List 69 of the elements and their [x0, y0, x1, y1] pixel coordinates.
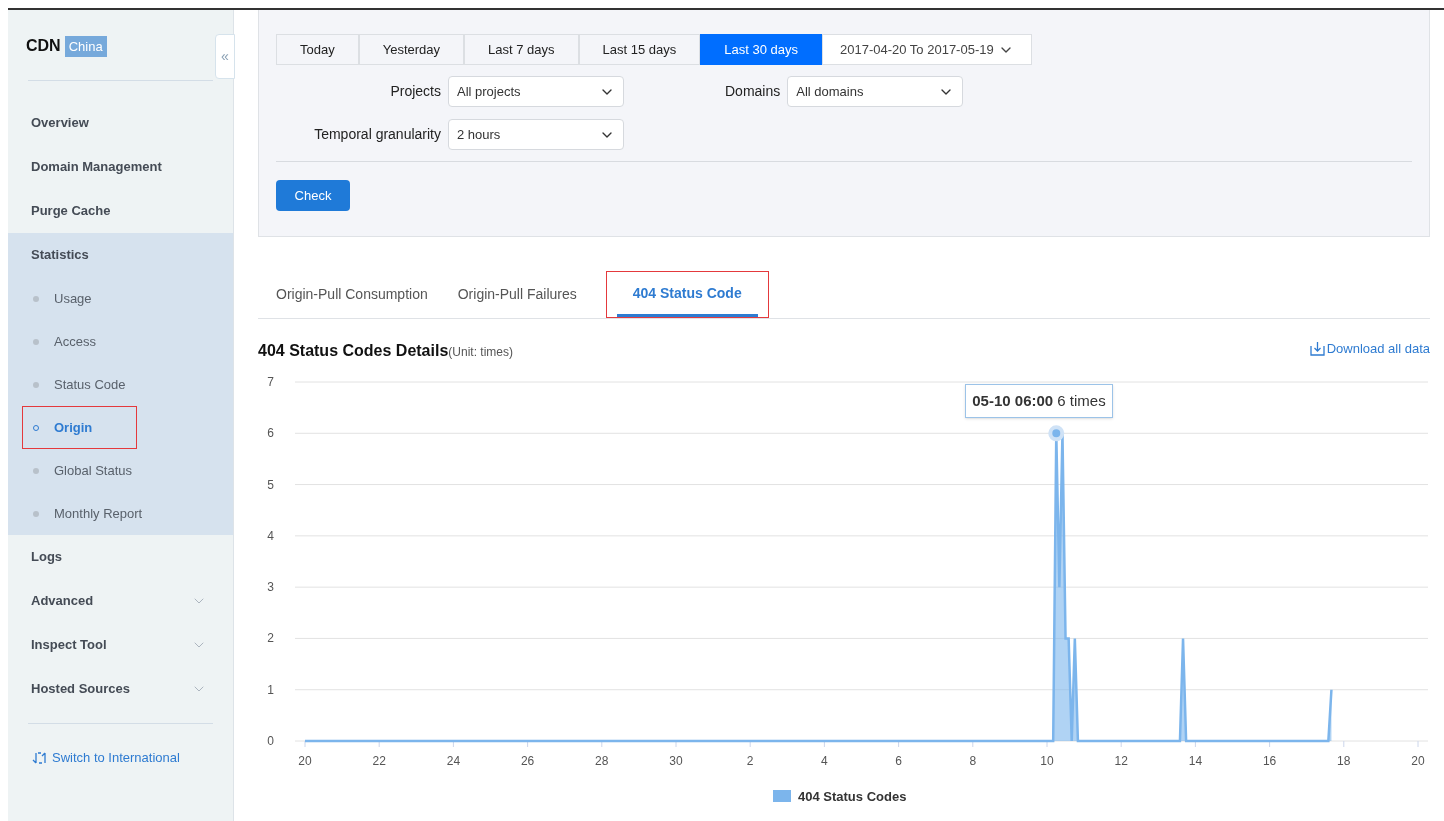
y-tick-label: 2 — [267, 631, 274, 646]
x-tick-label: 2 — [746, 754, 754, 769]
nav-group[interactable]: Inspect Tool — [8, 623, 233, 667]
x-tick-label: 12 — [1114, 754, 1128, 769]
range-tab[interactable]: Last 7 days — [464, 34, 579, 65]
nav-subitem[interactable]: Access — [22, 320, 137, 363]
tab[interactable]: 404 Status Code — [605, 271, 769, 318]
range-tab[interactable]: Last 30 days — [700, 34, 822, 65]
check-button[interactable]: Check — [276, 180, 350, 211]
chart-tooltip: 05-10 06:00 6 times — [965, 383, 1113, 419]
x-tick-label: 14 — [1188, 754, 1203, 769]
x-tick-label: 18 — [1337, 754, 1351, 769]
y-tick-label: 7 — [267, 375, 274, 390]
x-tick-label: 28 — [595, 754, 609, 769]
select-field[interactable]: All domains — [787, 76, 964, 107]
x-tick-label: 4 — [821, 754, 828, 769]
nav-item[interactable]: Logs — [8, 535, 233, 579]
x-tick-label: 16 — [1262, 754, 1277, 769]
x-tick-label: 30 — [669, 754, 683, 769]
y-tick-label: 3 — [267, 580, 274, 595]
legend-swatch — [773, 790, 791, 803]
x-tick-label: 26 — [520, 754, 535, 769]
nav-subitem[interactable]: Usage — [22, 277, 137, 320]
nav-item[interactable]: Domain Management — [8, 145, 233, 189]
swap-icon — [32, 750, 48, 765]
field-label: Projects — [390, 82, 441, 101]
x-tick-label: 20 — [1411, 754, 1425, 769]
bullet-icon — [33, 338, 39, 345]
y-tick-label: 5 — [267, 477, 274, 492]
tab[interactable]: Origin-Pull Consumption — [275, 271, 429, 318]
tab[interactable]: Origin-Pull Failures — [456, 271, 578, 318]
x-tick-label: 8 — [969, 754, 977, 769]
bullet-icon — [33, 510, 39, 517]
x-tick-label: 20 — [298, 754, 312, 769]
switch-link[interactable]: Switch to International — [8, 748, 233, 768]
range-tab[interactable]: Today — [276, 34, 359, 65]
range-tab[interactable]: Last 15 days — [578, 34, 701, 65]
nav-item[interactable]: Overview — [8, 101, 233, 145]
y-tick-label: 0 — [267, 734, 274, 749]
field-label: Domains — [725, 82, 781, 101]
select-field[interactable]: All projects — [448, 76, 624, 107]
y-tick-label: 4 — [267, 529, 274, 544]
nav-group[interactable]: Advanced — [8, 579, 233, 623]
field-label: Temporal granularity — [314, 125, 441, 144]
download-link[interactable]: Download all data — [1309, 339, 1430, 359]
nav-item[interactable]: Purge Cache — [8, 189, 233, 233]
nav-subitem[interactable]: Global Status — [22, 449, 142, 492]
legend-label: 404 Status Codes — [798, 789, 907, 805]
region-badge: China — [64, 35, 107, 57]
x-tick-label: 22 — [372, 754, 386, 769]
nav-subitem[interactable]: Monthly Report — [22, 492, 152, 535]
bullet-icon — [33, 467, 39, 474]
select-field[interactable]: 2 hours — [448, 119, 624, 150]
nav-subitem[interactable]: Status Code — [22, 363, 137, 406]
nav-group[interactable]: Hosted Sources — [8, 667, 233, 711]
section-title: 404 Status Codes Details(Unit: times) — [258, 341, 513, 362]
brand-title: CDN — [26, 36, 61, 56]
nav-group[interactable]: Statistics — [8, 233, 233, 277]
x-tick-label: 10 — [1040, 754, 1054, 769]
x-tick-label: 24 — [446, 754, 461, 769]
download-icon — [1309, 341, 1325, 357]
y-tick-label: 1 — [267, 682, 274, 697]
y-tick-label: 6 — [267, 426, 274, 441]
bullet-icon — [33, 295, 39, 302]
range-tab[interactable]: Yesterday — [358, 34, 465, 65]
date-range-picker[interactable]: 2017-04-20 To 2017-05-19 — [822, 34, 1032, 65]
hover-point — [1048, 425, 1065, 442]
x-tick-label: 6 — [895, 754, 902, 769]
bullet-icon — [33, 381, 39, 388]
